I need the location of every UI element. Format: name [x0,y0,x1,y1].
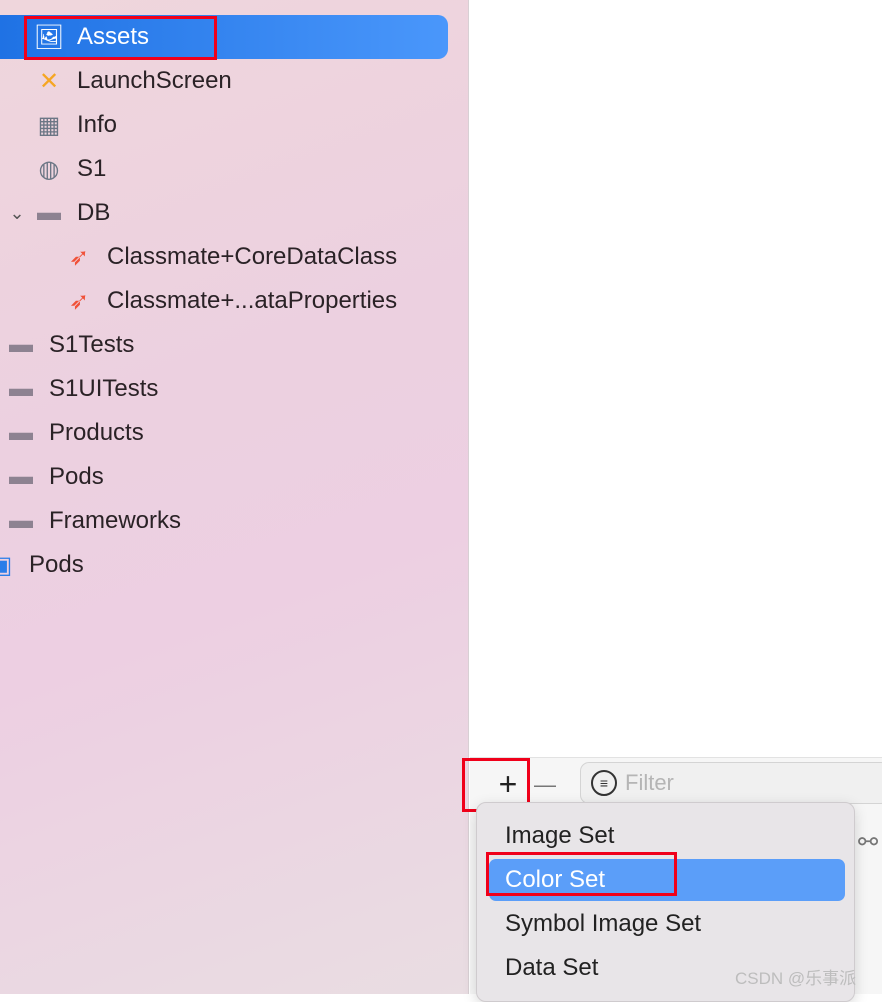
storyboard-icon: ✕ [38,67,60,95]
folder-icon: ▬ [9,507,33,534]
folder-icon: ▬ [9,375,33,402]
sidebar-item-pods[interactable]: ▬ Pods [0,455,468,499]
storyboard-icon: ✕ [6,0,36,8]
sidebar-item-db[interactable]: ▬ ⌄ DB [0,191,468,235]
sidebar-item-label: S1UITests [49,375,159,402]
add-button[interactable]: + [486,766,530,803]
sidebar-item-label: Frameworks [49,507,182,534]
sidebar-item-s1tests[interactable]: ▬ S1Tests [0,323,468,367]
sidebar-item-label: Pods [49,463,104,490]
sidebar-item-info[interactable]: ▦ Info [0,103,468,147]
swift-icon: ➶ [68,287,90,315]
sidebar-item-main[interactable]: ✕ Main [0,0,468,15]
sidebar-item-label: S1 [77,155,107,182]
sidebar-item-label: Classmate+CoreDataClass [107,243,398,270]
sidebar-item-label: Info [77,111,118,138]
sidebar-item-label: S1Tests [49,331,135,358]
sidebar-item-pods[interactable]: ▣ Pods [0,543,468,587]
core-data-model-icon: ◍ [38,155,60,183]
chevron-down-icon[interactable]: ⌄ [2,198,32,228]
folder-icon: ▬ [9,419,33,446]
watermark: CSDN @乐事派 [735,969,857,988]
graph-icon[interactable]: ⚯ [858,828,878,857]
sidebar-item-products[interactable]: ▬ Products [0,411,468,455]
sidebar-item-label: LaunchScreen [77,67,232,94]
menu-item-symbol-image-set[interactable]: Symbol Image Set [489,903,845,945]
sidebar-item-label: DB [77,199,111,226]
menu-item-color-set[interactable]: Color Set [489,859,845,901]
sidebar-item-label: Assets [77,23,150,50]
sidebar-item-label: Classmate+...ataProperties [107,287,398,314]
asset-catalog-icon: 🖼 [33,23,65,51]
folder-icon: ▬ [9,463,33,490]
sidebar-item-label: Pods [29,551,84,578]
sidebar-item-s1[interactable]: ◍ S1 [0,147,468,191]
swift-icon: ➶ [68,243,90,271]
filter-icon: ≡ [591,770,617,796]
sidebar-item-launchscreen[interactable]: ✕ LaunchScreen [0,59,468,103]
folder-icon: ▬ [37,199,61,226]
sidebar-item-label: Products [49,419,144,446]
sidebar-item-frameworks[interactable]: ▬ Frameworks [0,499,468,543]
sidebar-item-classmate-ataproperties[interactable]: ➶ Classmate+...ataProperties [0,279,468,323]
folder-icon: ▬ [9,331,33,358]
filter-input[interactable]: ≡ Filter [580,762,882,804]
sidebar-item-label: Main [49,0,101,7]
project-icon: ▣ [0,550,16,580]
sidebar-item-classmate-coredataclass[interactable]: ➶ Classmate+CoreDataClass [0,235,468,279]
project-navigator: ✕Main🖼Assets✕LaunchScreen▦Info◍S1▬⌄DB➶Cl… [0,0,469,994]
filter-placeholder: Filter [625,770,674,795]
menu-item-image-set[interactable]: Image Set [489,815,845,857]
remove-button[interactable]: — [534,772,556,798]
sidebar-item-s1uitests[interactable]: ▬ S1UITests [0,367,468,411]
plist-table-icon: ▦ [37,111,61,139]
sidebar-item-assets[interactable]: 🖼 Assets [0,15,448,59]
